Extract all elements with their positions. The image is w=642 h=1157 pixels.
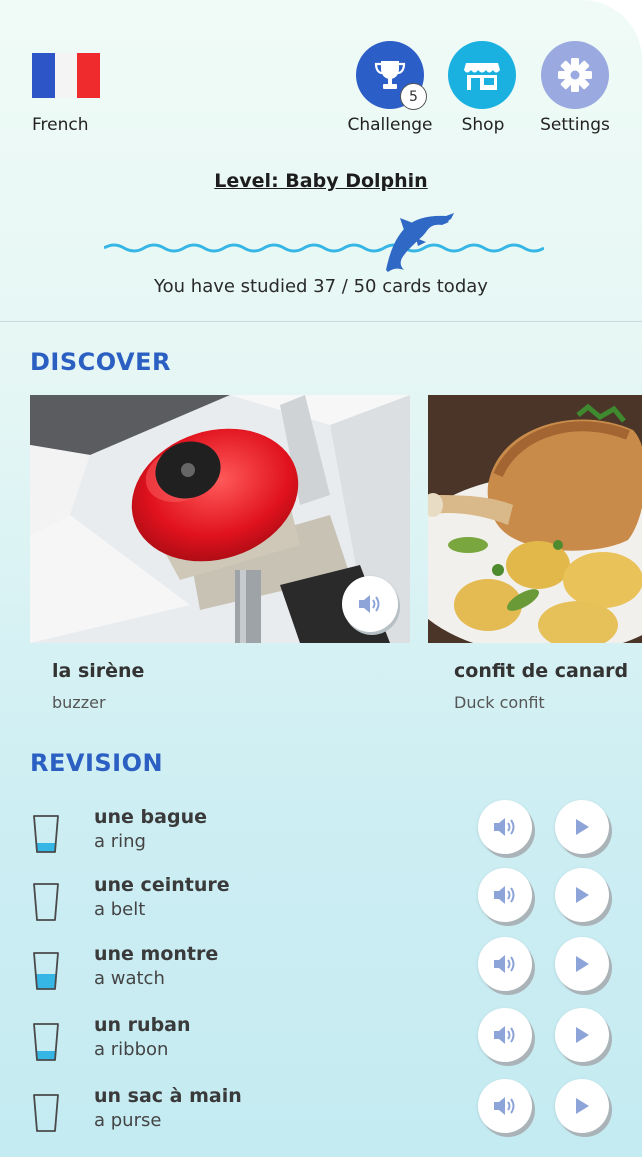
revision-word: un sac à main — [94, 1085, 242, 1107]
speaker-icon — [494, 818, 515, 836]
revision-sound-button[interactable] — [478, 868, 532, 922]
revision-play-button[interactable] — [555, 868, 609, 922]
revision-translation: a ring — [94, 831, 146, 852]
speaker-icon — [494, 1026, 515, 1044]
revision-row[interactable]: un sac à main a purse — [0, 1079, 642, 1151]
revision-sound-button[interactable] — [478, 937, 532, 991]
water-glass-icon — [33, 1023, 59, 1061]
revision-translation: a ribbon — [94, 1039, 169, 1060]
water-glass-icon — [33, 1094, 59, 1132]
speaker-icon — [494, 1097, 515, 1115]
revision-play-button[interactable] — [555, 937, 609, 991]
revision-sound-button[interactable] — [478, 1079, 532, 1133]
challenge-badge: 5 — [400, 83, 427, 110]
app-screen: French 5 Challenge Shop Settings Level: … — [0, 0, 642, 1157]
speaker-icon — [359, 595, 380, 613]
settings-label: Settings — [540, 115, 610, 135]
revision-play-button[interactable] — [555, 800, 609, 854]
progress-wave — [103, 208, 545, 272]
french-flag-icon[interactable] — [32, 53, 101, 98]
revision-row[interactable]: une bague a ring — [0, 800, 642, 872]
settings-button[interactable] — [541, 41, 609, 109]
discover-card-image-duck-confit[interactable] — [428, 395, 642, 643]
revision-sound-button[interactable] — [478, 800, 532, 854]
revision-row[interactable]: une montre a watch — [0, 937, 642, 1009]
revision-word: un ruban — [94, 1014, 191, 1036]
play-icon — [576, 1098, 589, 1114]
revision-row[interactable]: une ceinture a belt — [0, 868, 642, 940]
language-label: French — [32, 115, 89, 135]
dolphin-icon — [386, 213, 454, 272]
discover-card-translation: Duck confit — [454, 693, 545, 712]
play-icon — [576, 887, 589, 903]
shop-button[interactable] — [448, 41, 516, 109]
water-glass-icon — [33, 883, 59, 921]
revision-play-button[interactable] — [555, 1008, 609, 1062]
play-icon — [576, 1027, 589, 1043]
revision-translation: a purse — [94, 1110, 162, 1131]
revision-word: une bague — [94, 806, 207, 828]
discover-card-word: la sirène — [52, 660, 145, 682]
shop-icon — [464, 63, 500, 90]
header: French 5 Challenge Shop Settings Level: … — [0, 0, 642, 322]
water-glass-icon — [33, 815, 59, 853]
level-title[interactable]: Level: Baby Dolphin — [0, 170, 642, 192]
challenge-button[interactable]: 5 — [356, 41, 427, 110]
revision-sound-button[interactable] — [478, 1008, 532, 1062]
water-glass-icon — [33, 952, 59, 990]
studied-progress-text: You have studied 37 / 50 cards today — [154, 276, 488, 297]
revision-word: une montre — [94, 943, 219, 965]
revision-word: une ceinture — [94, 874, 230, 896]
speaker-icon — [494, 955, 515, 973]
discover-title: DISCOVER — [30, 348, 171, 376]
revision-translation: a belt — [94, 899, 146, 920]
revision-row[interactable]: un ruban a ribbon — [0, 1008, 642, 1080]
discover-sound-button[interactable] — [342, 576, 398, 632]
play-icon — [576, 956, 589, 972]
play-icon — [576, 819, 589, 835]
speaker-icon — [494, 886, 515, 904]
discover-card-word: confit de canard — [454, 660, 629, 682]
discover-card-translation: buzzer — [52, 693, 106, 712]
revision-play-button[interactable] — [555, 1079, 609, 1133]
revision-title: REVISION — [30, 749, 164, 777]
revision-translation: a watch — [94, 968, 165, 989]
gear-icon — [558, 58, 592, 92]
wave-line — [103, 243, 545, 253]
